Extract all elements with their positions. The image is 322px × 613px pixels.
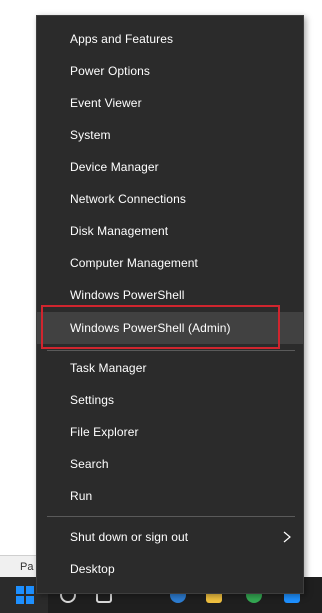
- menu-item-label: System: [70, 128, 111, 142]
- menu-item-settings[interactable]: Settings: [37, 384, 303, 416]
- menu-separator: [47, 516, 295, 517]
- menu-item-label: Task Manager: [70, 361, 147, 375]
- quick-link-menu: Apps and Features Power Options Event Vi…: [36, 15, 304, 594]
- menu-item-apps-and-features[interactable]: Apps and Features: [37, 23, 303, 55]
- menu-item-label: Windows PowerShell: [70, 288, 185, 302]
- menu-item-label: Computer Management: [70, 256, 198, 270]
- menu-item-label: Power Options: [70, 64, 151, 78]
- menu-item-label: Settings: [70, 393, 115, 407]
- menu-item-system[interactable]: System: [37, 119, 303, 151]
- menu-item-label: Shut down or sign out: [70, 530, 189, 544]
- menu-item-label: Desktop: [70, 562, 115, 576]
- menu-separator: [47, 350, 295, 351]
- background-window-strip: Pa: [0, 555, 36, 577]
- menu-item-disk-management[interactable]: Disk Management: [37, 215, 303, 247]
- chevron-right-icon: [283, 531, 291, 543]
- screen: Pa Apps and Features Power Options Event…: [0, 0, 322, 613]
- menu-item-label: Windows PowerShell (Admin): [70, 321, 231, 335]
- menu-item-label: Network Connections: [70, 192, 186, 206]
- menu-item-label: Search: [70, 457, 109, 471]
- menu-item-task-manager[interactable]: Task Manager: [37, 352, 303, 384]
- menu-item-label: File Explorer: [70, 425, 139, 439]
- menu-item-network-connections[interactable]: Network Connections: [37, 183, 303, 215]
- menu-item-shut-down-or-sign-out[interactable]: Shut down or sign out: [37, 521, 303, 553]
- menu-item-search[interactable]: Search: [37, 448, 303, 480]
- menu-item-label: Device Manager: [70, 160, 159, 174]
- menu-item-label: Apps and Features: [70, 32, 174, 46]
- background-window-text: Pa: [20, 561, 34, 573]
- menu-item-event-viewer[interactable]: Event Viewer: [37, 87, 303, 119]
- menu-item-windows-powershell-admin[interactable]: Windows PowerShell (Admin): [37, 312, 303, 344]
- menu-item-label: Event Viewer: [70, 96, 142, 110]
- menu-item-desktop[interactable]: Desktop: [37, 553, 303, 585]
- windows-logo-icon: [16, 586, 34, 604]
- menu-item-device-manager[interactable]: Device Manager: [37, 151, 303, 183]
- menu-item-run[interactable]: Run: [37, 480, 303, 512]
- menu-item-label: Run: [70, 489, 93, 503]
- menu-item-file-explorer[interactable]: File Explorer: [37, 416, 303, 448]
- menu-item-computer-management[interactable]: Computer Management: [37, 247, 303, 279]
- menu-item-power-options[interactable]: Power Options: [37, 55, 303, 87]
- menu-item-label: Disk Management: [70, 224, 169, 238]
- menu-item-windows-powershell[interactable]: Windows PowerShell: [37, 279, 303, 311]
